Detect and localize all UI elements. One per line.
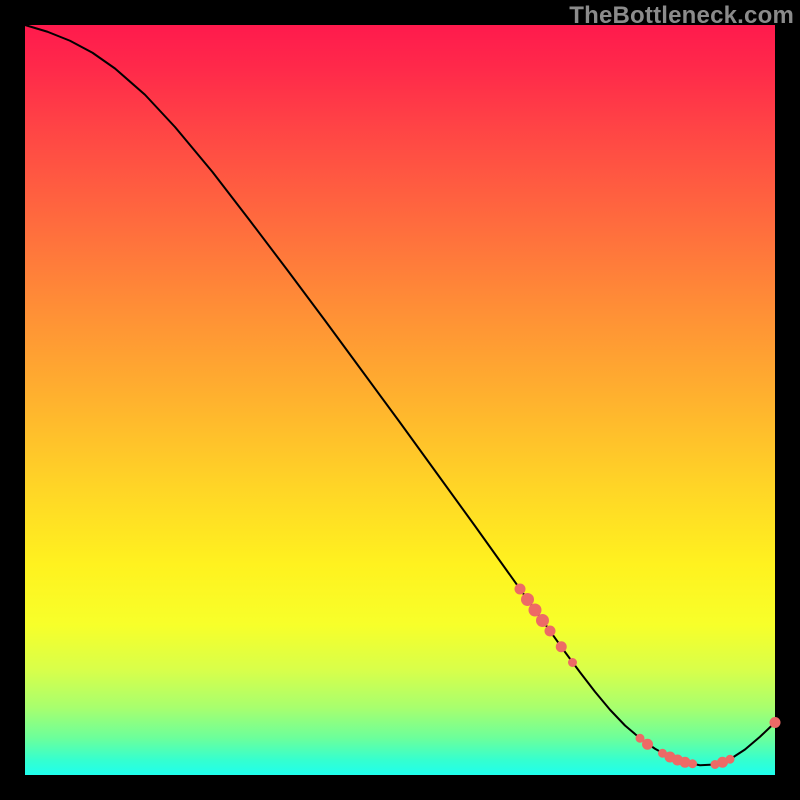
curve-line: [25, 25, 775, 765]
curve-marker: [537, 615, 549, 627]
curve-marker: [545, 626, 555, 636]
curve-marker: [569, 659, 577, 667]
curve-marker: [529, 604, 541, 616]
curve-marker: [556, 642, 566, 652]
chart-svg: [25, 25, 775, 775]
curve-marker: [726, 755, 734, 763]
curve-marker: [643, 739, 653, 749]
curve-marker: [636, 734, 644, 742]
curve-marker: [689, 760, 697, 768]
curve-marker: [522, 594, 534, 606]
curve-marker: [515, 584, 525, 594]
marker-group: [515, 584, 780, 769]
curve-marker: [770, 718, 780, 728]
